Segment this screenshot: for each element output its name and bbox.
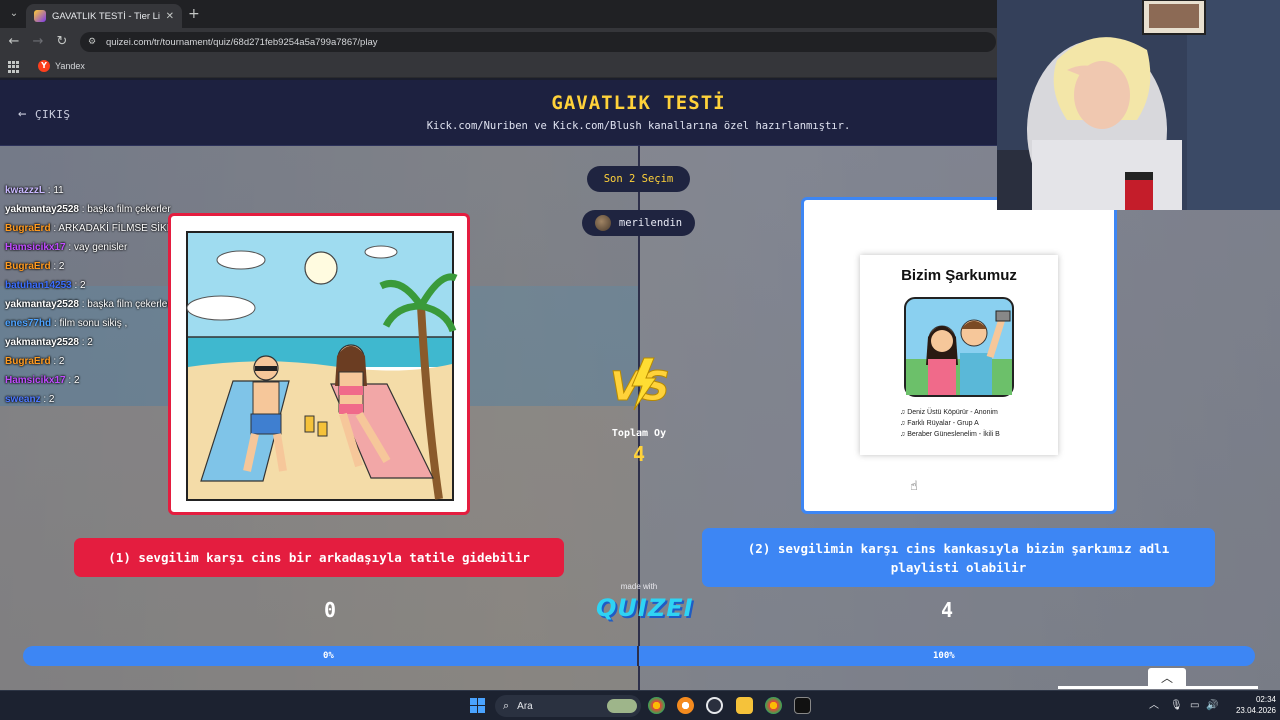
last-choices-button[interactable]: Son 2 Seçim xyxy=(587,166,690,192)
chat-username[interactable]: batuhan14253 xyxy=(5,280,72,291)
scroll-top-chevron-icon[interactable]: ︿ xyxy=(1148,668,1186,688)
left-percent: 0% xyxy=(323,651,334,661)
playlist-cover: Bizim Şarkumuz ♫ Deniz Üstü Köpürür - An… xyxy=(860,255,1058,455)
taskbar-search[interactable]: ⌕ Ara xyxy=(495,695,641,717)
option-card-left[interactable] xyxy=(168,213,470,515)
vote-progress-midline xyxy=(637,646,639,666)
webcam-overlay xyxy=(997,0,1280,210)
forward-arrow-icon[interactable]: → xyxy=(30,34,46,50)
chat-username[interactable]: yakmantay2528 xyxy=(5,299,79,310)
bookmark-label: Yandex xyxy=(55,61,85,71)
apps-grid-icon[interactable] xyxy=(8,61,20,73)
voter-name: merilendin xyxy=(618,217,683,229)
chrome-icon[interactable] xyxy=(648,697,665,714)
song-title: Beraber Güneslenelim - İkili B xyxy=(907,431,1000,438)
chat-username[interactable]: Hamsicikx17 xyxy=(5,242,66,253)
site-info-icon[interactable]: ⚙ xyxy=(88,37,98,47)
playlist-song: ♫ Beraber Güneslenelim - İkili B xyxy=(900,429,1050,440)
chat-text: : 2 xyxy=(40,394,55,405)
tray-chevron-icon[interactable]: ︿ xyxy=(1149,699,1159,713)
chat-text: : başka film çekerler xyxy=(78,204,171,215)
chat-text: : 2 xyxy=(50,356,65,367)
system-clock[interactable]: 02:34 23.04.2026 xyxy=(1224,694,1276,716)
chat-text: : başka film çekerler xyxy=(78,299,171,310)
clock-date: 23.04.2026 xyxy=(1235,706,1276,715)
new-tab-icon[interactable]: + xyxy=(188,6,200,22)
browser-app-icon[interactable] xyxy=(677,697,694,714)
made-with-label: made with xyxy=(620,582,658,591)
chat-text: : 2 xyxy=(65,375,80,386)
search-icon: ⌕ xyxy=(503,699,510,712)
display-icon[interactable]: ▭ xyxy=(1190,699,1199,713)
match-area: kwazzzL : 11 yakmantay2528 : başka film ç… xyxy=(0,146,1280,690)
chat-text: : vay genisler xyxy=(65,242,128,253)
right-percent: 100% xyxy=(933,651,955,661)
chat-username[interactable]: BugraErd xyxy=(5,356,51,367)
terminal-icon[interactable] xyxy=(794,697,811,714)
tab-search-icon[interactable]: ⌄ xyxy=(6,6,22,22)
chat-text: : 2 xyxy=(78,337,93,348)
chat-text: : 2 xyxy=(50,261,65,272)
right-score: 4 xyxy=(940,598,954,622)
windows-taskbar: ⌕ Ara ︿ 🎙 ▭ 🔊 02:34 23.04.2026 xyxy=(0,690,1280,720)
chat-username[interactable]: yakmantay2528 xyxy=(5,337,79,348)
windows-start-icon[interactable] xyxy=(470,698,485,713)
voter-badge: merilendin xyxy=(582,210,695,236)
option-left-button[interactable]: (1) sevgilim karşı cins bir arkadaşıyla … xyxy=(74,538,564,577)
address-bar[interactable]: ⚙ quizei.com/tr/tournament/quiz/68d271fe… xyxy=(80,32,996,52)
avatar xyxy=(594,215,611,231)
vote-progress-bar: 0% 100% xyxy=(23,646,1255,666)
webcam-feed-image xyxy=(997,0,1280,210)
reload-icon[interactable]: ↻ xyxy=(54,34,70,50)
chat-text: : 2 xyxy=(71,280,86,291)
chat-username[interactable]: kwazzzL xyxy=(5,185,45,196)
chat-username[interactable]: enes77hd xyxy=(5,318,51,329)
playlist-song-list: ♫ Deniz Üstü Köpürür - Anonim ♫ Farklı Rü… xyxy=(900,407,1050,440)
hand-cursor-icon: ☝ xyxy=(910,479,918,494)
chat-username[interactable]: BugraErd xyxy=(5,261,51,272)
chat-username[interactable]: yakmantay2528 xyxy=(5,204,79,215)
chrome-profile-icon[interactable] xyxy=(765,697,782,714)
file-explorer-icon[interactable] xyxy=(736,697,753,714)
address-url[interactable]: quizei.com/tr/tournament/quiz/68d271feb9… xyxy=(106,37,377,48)
browser-tab-active[interactable]: GAVATLIK TESTİ - Tier List, Kör S ✕ xyxy=(26,4,182,28)
beach-illustration xyxy=(186,231,458,501)
speaker-icon[interactable]: 🔊 xyxy=(1206,699,1218,713)
chat-text: : 11 xyxy=(45,185,64,196)
song-title: Deniz Üstü Köpürür - Anonim xyxy=(907,409,998,416)
playlist-song: ♫ Farklı Rüyalar - Grup A xyxy=(900,418,1050,429)
left-score: 0 xyxy=(323,598,337,622)
chat-username[interactable]: Hamsicikx17 xyxy=(5,375,66,386)
total-votes-value: 4 xyxy=(632,442,646,466)
quizei-logo[interactable]: QUIZEI xyxy=(596,594,693,622)
chat-username[interactable]: sweanz xyxy=(5,394,41,405)
song-title: Farklı Rüyalar - Grup A xyxy=(907,420,979,427)
back-arrow-icon[interactable]: ← xyxy=(6,34,22,50)
option-card-right[interactable]: Bizim Şarkumuz ♫ Deniz Üstü Köpürür - An… xyxy=(801,197,1117,514)
selfie-couple-illustration xyxy=(904,297,1014,397)
versus-icon: VS xyxy=(610,357,670,411)
playlist-song: ♫ Deniz Üstü Köpürür - Anonim xyxy=(900,407,1050,418)
total-votes-label: Toplam Oy xyxy=(611,428,667,439)
bookmark-yandex[interactable]: Y Yandex xyxy=(38,60,85,72)
chat-message: kwazzzL : 11 xyxy=(5,181,255,200)
chat-username[interactable]: BugraErd xyxy=(5,223,51,234)
chat-text: : film sonu sikiş , xyxy=(51,318,128,329)
clock-app-icon[interactable] xyxy=(706,697,723,714)
playlist-title: Bizim Şarkumuz xyxy=(901,267,1017,284)
site-favicon-icon xyxy=(34,10,46,22)
tab-title: GAVATLIK TESTİ - Tier List, Kör S xyxy=(52,10,160,22)
microphone-icon[interactable]: 🎙 xyxy=(1170,699,1183,713)
option-right-button[interactable]: (2) sevgilimin karşı cins kankasıyla biz… xyxy=(702,528,1215,587)
taskbar-search-label: Ara xyxy=(517,700,533,712)
tab-close-icon[interactable]: ✕ xyxy=(166,11,174,22)
scroll-indicator xyxy=(1058,686,1258,689)
yandex-logo-icon: Y xyxy=(38,60,50,72)
clock-time: 02:34 xyxy=(1255,695,1276,704)
search-highlight-icon xyxy=(607,699,637,713)
